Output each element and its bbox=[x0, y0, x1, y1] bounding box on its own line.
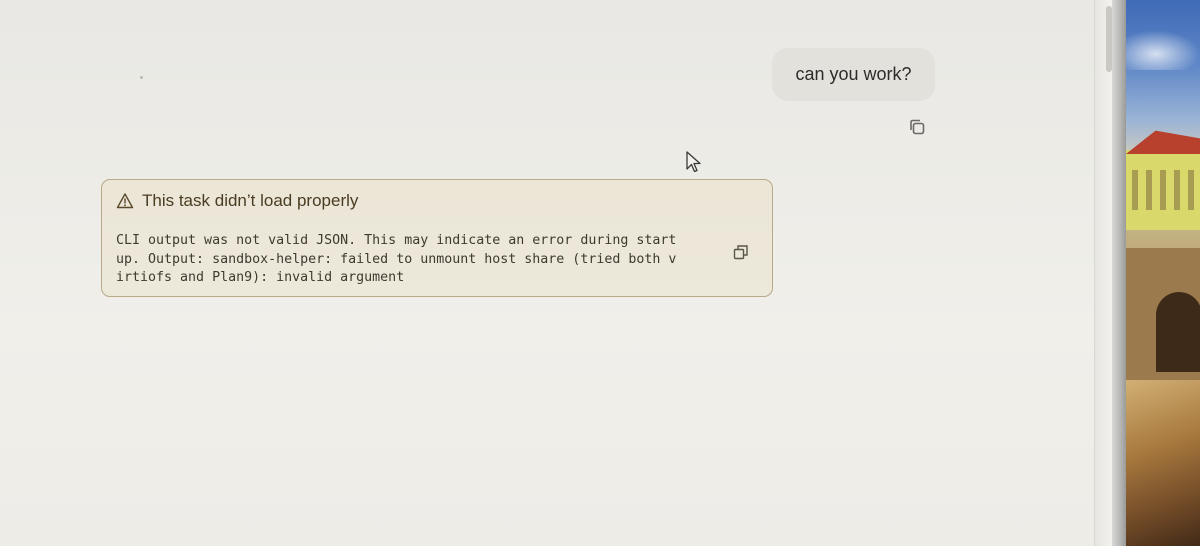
wallpaper-cliff bbox=[1126, 380, 1200, 546]
error-title: This task didn’t load properly bbox=[142, 191, 359, 210]
screen-speck bbox=[140, 76, 143, 79]
window-edge bbox=[1112, 0, 1126, 546]
screen: can you work? This task didn’t load prop… bbox=[0, 0, 1200, 546]
warning-triangle-icon bbox=[116, 193, 134, 209]
scrollbar-track[interactable] bbox=[1094, 0, 1113, 546]
error-header: This task didn’t load properly bbox=[116, 190, 358, 212]
copy-error-button[interactable] bbox=[730, 241, 752, 263]
wallpaper-roof bbox=[1126, 130, 1200, 154]
chat-window: can you work? This task didn’t load prop… bbox=[0, 0, 1112, 546]
mouse-pointer-icon bbox=[686, 151, 701, 173]
desktop-wallpaper bbox=[1126, 0, 1200, 546]
error-message-line: up. Output: sandbox-helper: failed to un… bbox=[116, 251, 677, 267]
copy-message-button[interactable] bbox=[906, 116, 928, 138]
task-load-error-card: This task didn’t load properly CLI outpu… bbox=[101, 179, 773, 297]
copy-icon bbox=[733, 245, 748, 260]
wallpaper-arch bbox=[1156, 292, 1200, 372]
error-message-line: irtiofs and Plan9): invalid argument bbox=[116, 270, 405, 285]
copy-icon bbox=[910, 119, 925, 135]
error-message-line: CLI output was not valid JSON. This may … bbox=[116, 233, 677, 248]
user-message-text: can you work? bbox=[795, 64, 912, 84]
error-message: CLI output was not valid JSON. This may … bbox=[116, 232, 726, 288]
user-message-bubble: can you work? bbox=[772, 48, 935, 101]
wallpaper-windows bbox=[1132, 170, 1196, 210]
wallpaper-cloud bbox=[1126, 30, 1200, 70]
